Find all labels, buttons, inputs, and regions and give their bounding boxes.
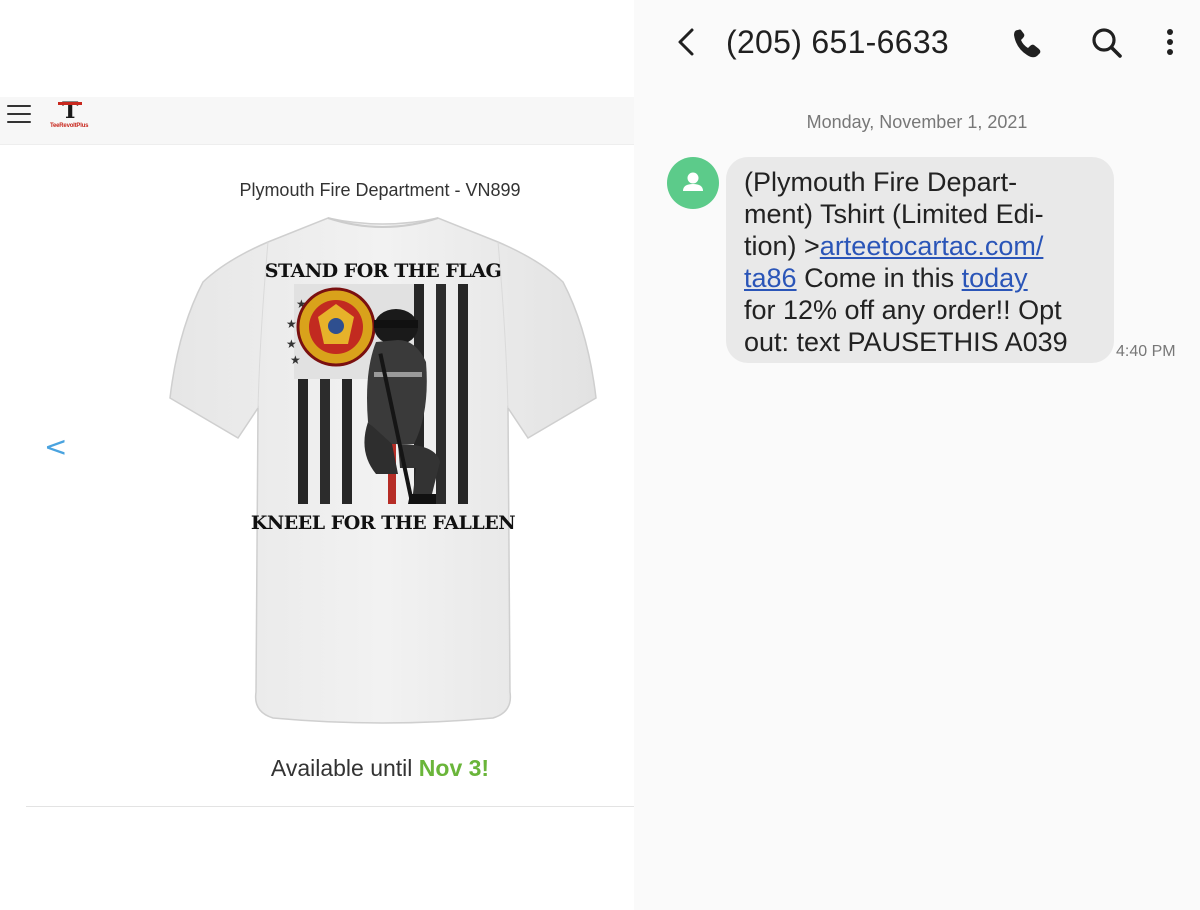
product-title: Plymouth Fire Department - VN899	[239, 180, 521, 200]
logo-text: TeeRevoltPlus	[50, 123, 89, 129]
availability-date: Nov 3!	[418, 755, 490, 781]
previous-image-arrow-icon[interactable]: <	[44, 430, 67, 463]
date-separator: Monday, November 1, 2021	[806, 112, 1028, 132]
message-line: for 12% off any order!! Opt	[744, 295, 1062, 325]
sms-conversation: (205) 651-6633 Monday, November 1, 2021 …	[634, 0, 1200, 910]
fire-badge	[296, 287, 376, 367]
search-icon[interactable]	[1090, 26, 1124, 60]
message-text: Come in this	[796, 263, 962, 293]
contact-avatar[interactable]	[667, 157, 719, 209]
back-arrow-icon[interactable]	[674, 26, 698, 58]
message-bubble[interactable]: (Plymouth Fire Depart- ment) Tshirt (Lim…	[726, 157, 1114, 363]
contact-phone-number: (205) 651-6633	[726, 24, 950, 60]
message-line: ment) Tshirt (Limited Edi-	[744, 199, 1044, 229]
phone-call-icon[interactable]	[1010, 26, 1044, 60]
message-line: tion) >arteetocartac.com/	[744, 230, 1096, 262]
availability-prefix: Available until	[270, 755, 419, 781]
tshirt-image: ★ ★ ★ ★	[169, 217, 597, 724]
svg-text:★: ★	[286, 337, 297, 351]
divider	[26, 806, 634, 807]
product-image[interactable]: ★ ★ ★ ★ STAND FOR THE FLAG KNEEL FOR THE…	[168, 212, 598, 732]
store-logo[interactable]: T TeeRevoltPlus	[50, 100, 94, 132]
message-line: (Plymouth Fire Depart-	[744, 167, 1018, 197]
message-line: out: text PAUSETHIS A039	[744, 327, 1068, 357]
message-link[interactable]: arteetocartac.com/	[820, 231, 1044, 261]
hamburger-menu-icon[interactable]	[7, 104, 33, 126]
svg-text:★: ★	[290, 353, 301, 367]
shirt-slogan-bottom: KNEEL FOR THE FALLEN	[250, 512, 516, 534]
store-page: T TeeRevoltPlus Plymouth Fire Department…	[0, 0, 634, 910]
message-timestamp: 4:40 PM	[1116, 343, 1176, 360]
message-link-today[interactable]: today	[962, 263, 1028, 293]
logo-t-glyph: T	[58, 100, 82, 122]
more-vertical-icon[interactable]	[1158, 26, 1182, 60]
message-text: tion) >	[744, 231, 820, 261]
message-line: ta86 Come in this today	[744, 262, 1096, 294]
contact-avatar-icon	[683, 172, 703, 191]
message-link[interactable]: ta86	[744, 263, 797, 293]
store-header	[0, 97, 634, 145]
availability-text: Available until Nov 3!	[0, 755, 634, 782]
svg-text:★: ★	[286, 317, 297, 331]
shirt-slogan-top: STAND FOR THE FLAG	[264, 260, 502, 282]
